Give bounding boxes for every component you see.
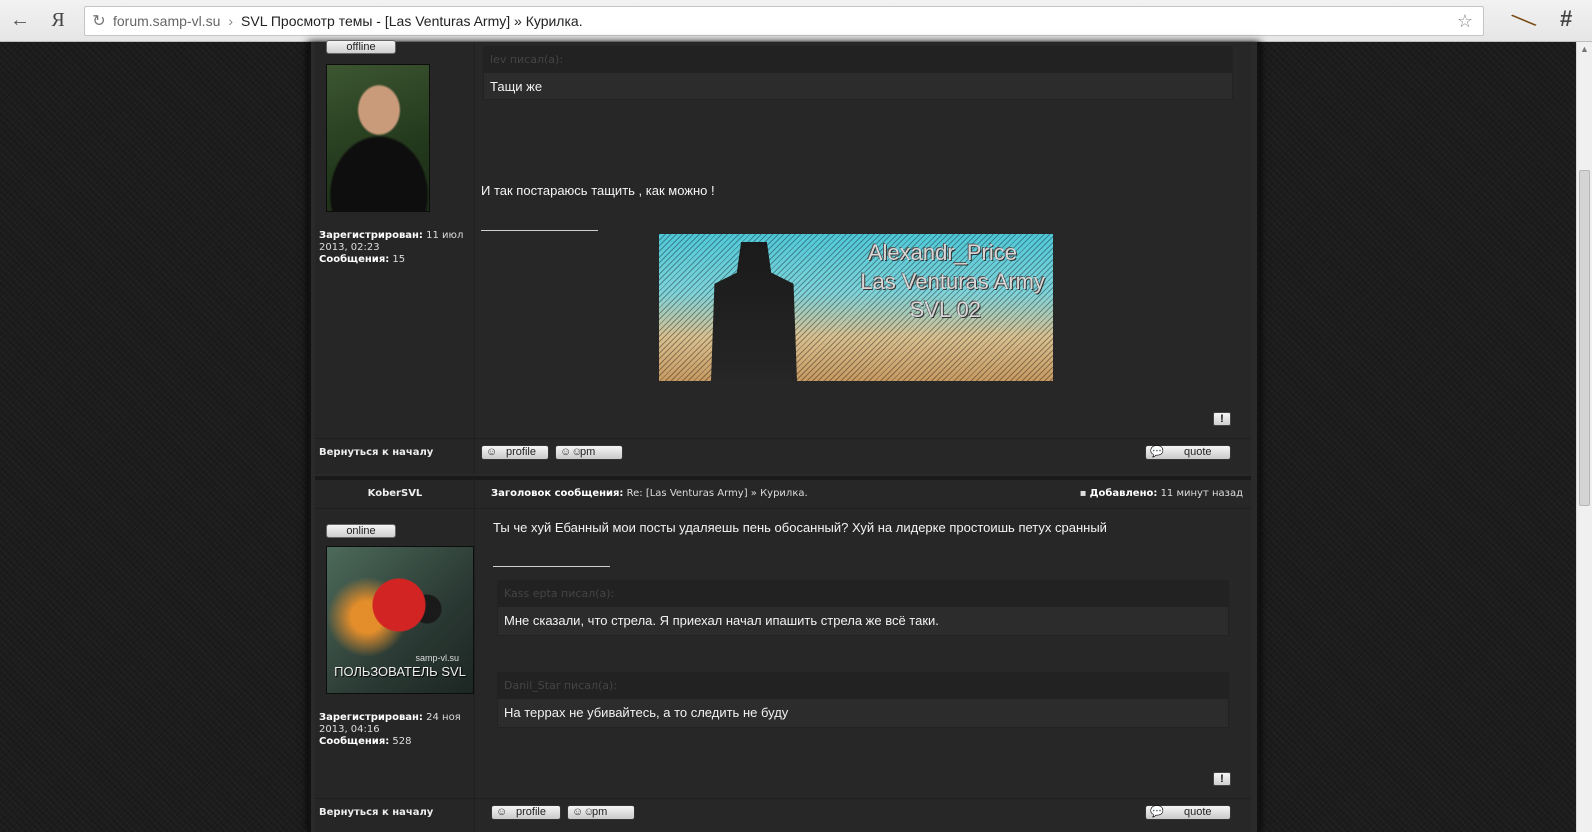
address-bar[interactable]: ↻ forum.samp-vl.su › SVL Просмотр темы -…	[84, 6, 1484, 36]
profile-label: profile	[506, 446, 536, 458]
url-separator: ›	[228, 13, 234, 29]
banner-figure	[711, 242, 797, 381]
pm-icon: ☺☺	[560, 446, 583, 458]
profile-icon: ☺	[496, 806, 508, 818]
quote-button[interactable]: 💬 quote	[1145, 445, 1231, 460]
vertical-scrollbar[interactable]: ▲	[1576, 42, 1592, 832]
registered-label: Зарегистрирован:	[319, 230, 423, 241]
messages-label: Сообщения:	[319, 736, 390, 747]
user-stats: Зарегистрирован: 24 ноя 2013, 04:16 Сооб…	[319, 712, 474, 748]
pm-icon: ☺☺	[572, 806, 595, 818]
forum-container: offline Зарегистрирован: 11 июл 2013, 02…	[308, 40, 1260, 832]
yandex-logo[interactable]: Я	[44, 7, 72, 35]
quote-label: quote	[1184, 806, 1212, 818]
reload-icon[interactable]: ↻	[85, 11, 113, 31]
quote-label: quote	[1184, 446, 1212, 458]
post-footer: Вернуться к началу ☺ profile ☺☺ pm 💬 quo…	[315, 798, 1251, 828]
avatar-caption: ПОЛЬЗОВАТЕЛЬ SVL	[334, 664, 466, 679]
quote-icon: 💬	[1150, 446, 1164, 458]
avatar[interactable]	[326, 64, 430, 212]
quote-block: Danil_Star писал(а): На террах не убивай…	[497, 672, 1229, 728]
post-text: И так постараюсь тащить , как можно !	[481, 183, 715, 198]
avatar[interactable]: samp-vl.su ПОЛЬЗОВАТЕЛЬ SVL	[326, 546, 474, 694]
signature-divider	[493, 566, 610, 567]
quote-author: lev писал(а):	[484, 47, 1232, 73]
browser-toolbar: ← Я ↻ forum.samp-vl.su › SVL Просмотр те…	[0, 0, 1592, 42]
quote-icon: 💬	[1150, 806, 1164, 818]
registered-label: Зарегистрирован:	[319, 712, 423, 723]
forum-post: KoberSVL online samp-vl.su ПОЛЬЗОВАТЕЛЬ …	[315, 476, 1251, 832]
quote-author: Kass epta писал(а):	[498, 581, 1228, 607]
post-footer: Вернуться к началу ☺ profile ☺☺ pm 💬 quo…	[315, 438, 1251, 468]
quote-button[interactable]: 💬 quote	[1145, 805, 1231, 820]
extension-wand-icon[interactable]: ╲	[1511, 7, 1536, 34]
back-icon[interactable]: ←	[6, 7, 34, 35]
avatar-site-text: samp-vl.su	[415, 653, 459, 663]
report-icon[interactable]: !	[1213, 772, 1231, 786]
quote-block: lev писал(а): Тащи же	[483, 46, 1233, 100]
menu-icon[interactable]: #	[1560, 6, 1572, 32]
banner-line-2: Las Venturas Army	[860, 269, 1045, 294]
forum-post: offline Зарегистрирован: 11 июл 2013, 02…	[315, 40, 1251, 474]
bookmark-star-icon[interactable]: ☆	[1457, 11, 1473, 32]
profile-label: profile	[516, 806, 546, 818]
back-to-top-link[interactable]: Вернуться к началу	[319, 447, 433, 458]
url-domain: forum.samp-vl.su	[113, 13, 221, 29]
quote-block: Kass epta писал(а): Мне сказали, что стр…	[497, 580, 1229, 636]
quote-author: Danil_Star писал(а):	[498, 673, 1228, 699]
report-icon[interactable]: !	[1213, 412, 1231, 426]
banner-line-3: SVL 02	[909, 297, 981, 322]
profile-button[interactable]: ☺ profile	[491, 805, 561, 820]
post-profile-column: offline Зарегистрирован: 11 июл 2013, 02…	[315, 40, 475, 474]
profile-button[interactable]: ☺ profile	[481, 445, 549, 460]
signature-banner: Alexandr_Price Las Venturas Army SVL 02	[659, 234, 1053, 381]
page-title: SVL Просмотр темы - [Las Venturas Army] …	[241, 13, 583, 29]
quote-text: Тащи же	[490, 79, 543, 94]
post-profile-column: KoberSVL online samp-vl.su ПОЛЬЗОВАТЕЛЬ …	[315, 480, 475, 832]
profile-icon: ☺	[486, 446, 498, 458]
banner-line-1: Alexandr_Price	[867, 240, 1017, 265]
back-to-top-link[interactable]: Вернуться к началу	[319, 807, 433, 818]
user-stats: Зарегистрирован: 11 июл 2013, 02:23 Сооб…	[319, 230, 474, 266]
messages-label: Сообщения:	[319, 254, 390, 265]
messages-count: 528	[392, 736, 412, 747]
signature-divider	[481, 230, 598, 231]
quote-text: Мне сказали, что стрела. Я приехал начал…	[504, 613, 939, 628]
pm-button[interactable]: ☺☺ pm	[555, 445, 623, 460]
post-message-column: lev писал(а): Тащи же И так постараюсь т…	[475, 42, 1251, 474]
post-text: Ты че хуй Ебанный мои посты удаляешь пен…	[493, 520, 1107, 535]
status-badge: online	[326, 524, 396, 538]
quote-text: На террах не убивайтесь, а то следить не…	[504, 705, 789, 720]
messages-count: 15	[392, 254, 406, 265]
pm-button[interactable]: ☺☺ pm	[567, 805, 635, 820]
scroll-up-arrow-icon[interactable]: ▲	[1580, 44, 1589, 54]
status-badge: offline	[326, 40, 396, 54]
post-message-column: Ты че хуй Ебанный мои посты удаляешь пен…	[475, 480, 1251, 832]
post-author[interactable]: KoberSVL	[315, 488, 475, 499]
scroll-thumb[interactable]	[1579, 170, 1590, 506]
